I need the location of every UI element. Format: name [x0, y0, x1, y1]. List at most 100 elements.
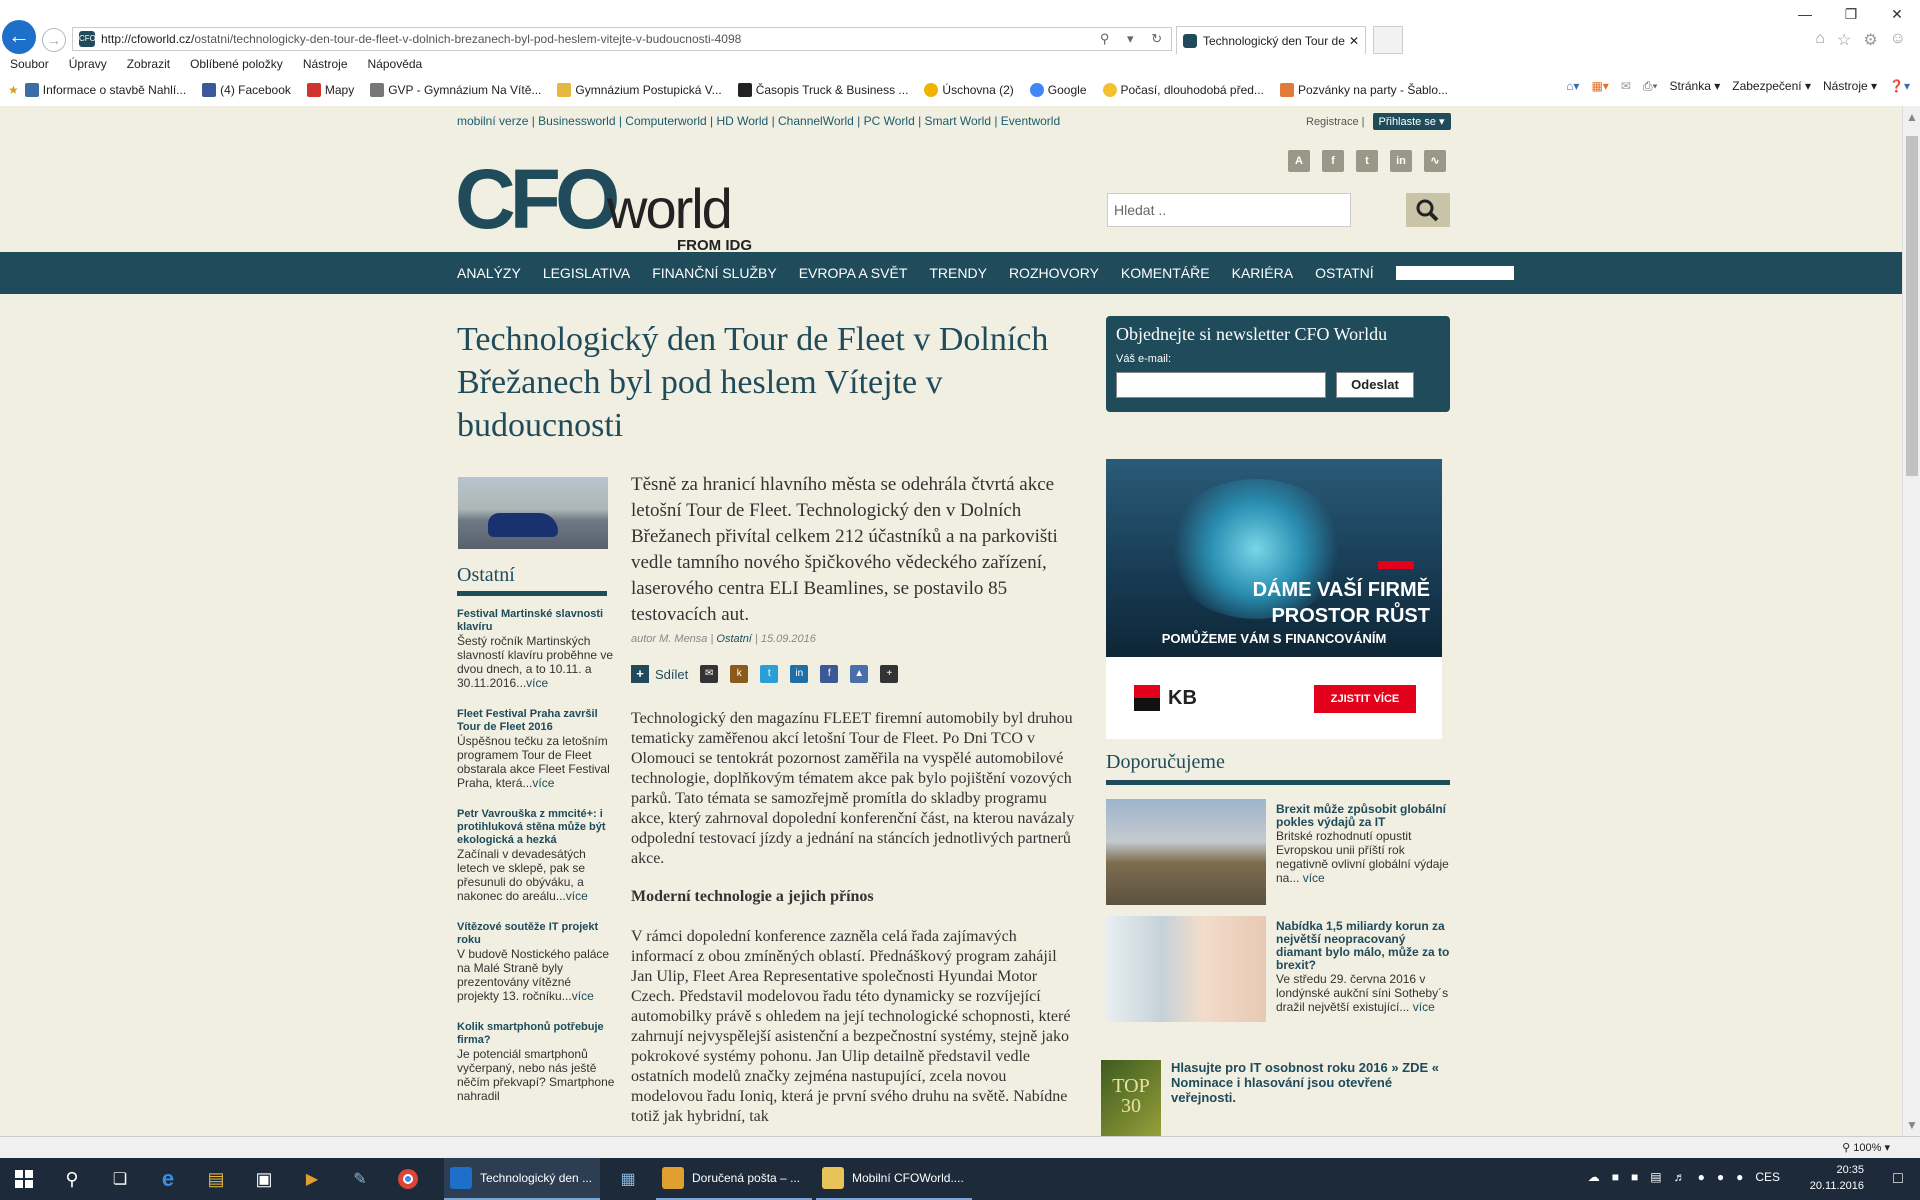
recommended-title[interactable]: Nabídka 1,5 miliardy korun za největší n…	[1276, 920, 1450, 972]
nav-ostatni[interactable]: OSTATNÍ	[1315, 265, 1374, 281]
safety-menu[interactable]: Zabezpečení ▾	[1732, 79, 1811, 94]
volume-icon[interactable]: ♬	[1674, 1170, 1686, 1184]
more-link[interactable]: více	[526, 676, 548, 690]
linkedin-icon[interactable]: in	[1390, 150, 1412, 172]
facebook-icon[interactable]: f	[1322, 150, 1344, 172]
section-heading[interactable]: Ostatní	[457, 564, 607, 596]
nav-evropa-a-svet[interactable]: EVROPA A SVĚT	[799, 265, 908, 281]
fav-item[interactable]: Google	[1024, 83, 1087, 97]
cloud-icon[interactable]: ☁	[1588, 1170, 1600, 1184]
kurzy-share-icon[interactable]: k	[730, 665, 749, 683]
menu-edit[interactable]: Úpravy	[59, 54, 117, 76]
list-item[interactable]: Kolik smartphonů potřebuje firma? Je pot…	[457, 1021, 615, 1103]
tray-app-icon[interactable]: ■	[1612, 1170, 1619, 1184]
home-icon[interactable]: ⌂	[1815, 30, 1825, 50]
menu-help[interactable]: Nápověda	[358, 54, 433, 76]
category-link[interactable]: Ostatní	[716, 633, 751, 645]
notepad-icon[interactable]: ✎	[336, 1158, 384, 1200]
rss-feed-icon[interactable]: ∿	[1424, 150, 1446, 172]
nav-legislativa[interactable]: LEGISLATIVA	[543, 265, 630, 281]
fav-item[interactable]: Úschovna (2)	[918, 83, 1014, 97]
media-player-icon[interactable]: ▶	[288, 1158, 336, 1200]
more-link[interactable]: více	[566, 889, 588, 903]
minimize-button[interactable]: —	[1782, 0, 1828, 28]
chrome-icon[interactable]	[384, 1158, 432, 1200]
fav-item[interactable]: Gymnázium Postupická V...	[551, 83, 722, 97]
list-item-title[interactable]: Vítězové soutěže IT projekt roku	[457, 921, 615, 947]
more-link[interactable]: více	[532, 776, 554, 790]
cfoworld-logo[interactable]: CFO world FROM IDG	[455, 146, 775, 256]
like-share-icon[interactable]: ▲	[850, 665, 869, 683]
close-tab-icon[interactable]: ✕	[1349, 34, 1359, 48]
clock[interactable]: 20:35 20.11.2016	[1810, 1162, 1864, 1194]
list-item[interactable]: Festival Martinské slavnosti klavíru Šes…	[457, 608, 615, 690]
more-link[interactable]: více	[572, 989, 594, 1003]
search-button[interactable]	[1406, 193, 1450, 227]
task-view-icon[interactable]: ❏	[96, 1158, 144, 1200]
vertical-scrollbar[interactable]: ▲ ▼	[1902, 106, 1920, 1136]
tray-app-icon[interactable]: ■	[1631, 1170, 1638, 1184]
page-menu[interactable]: Stránka ▾	[1670, 79, 1721, 94]
store-icon[interactable]: ▣	[240, 1158, 288, 1200]
new-tab-button[interactable]	[1373, 26, 1403, 54]
list-item[interactable]: Petr Vavrouška z mmcité+: i protihluková…	[457, 808, 615, 903]
rss-icon[interactable]: ▦▾	[1591, 79, 1608, 94]
notifications-icon[interactable]: □	[1876, 1158, 1920, 1200]
home-cmd-icon[interactable]: ⌂▾	[1566, 79, 1579, 94]
login-button[interactable]: Přihlaste se ▾	[1372, 113, 1451, 130]
mail-icon[interactable]: ✉	[1621, 79, 1631, 94]
nav-financni-sluzby[interactable]: FINANČNÍ SLUŽBY	[652, 265, 776, 281]
smiley-icon[interactable]: ☺	[1890, 30, 1906, 50]
back-button[interactable]: ←	[2, 20, 36, 54]
fav-item[interactable]: Informace o stavbě Nahlí...	[19, 83, 186, 97]
start-button[interactable]	[0, 1158, 48, 1200]
list-item-title[interactable]: Festival Martinské slavnosti klavíru	[457, 608, 615, 634]
nav-analyzy[interactable]: ANALÝZY	[457, 265, 521, 281]
browser-tab[interactable]: Technologický den Tour de ... ✕	[1176, 26, 1366, 54]
taskbar-app-outlook[interactable]: Doručená pošta – ...	[656, 1158, 812, 1200]
facebook-share-icon[interactable]: f	[820, 665, 839, 683]
recommended-title[interactable]: Brexit může způsobit globální pokles výd…	[1276, 803, 1450, 829]
submit-button[interactable]: Odeslat	[1336, 372, 1414, 398]
scrollbar-thumb[interactable]	[1906, 136, 1918, 476]
list-item-title[interactable]: Kolik smartphonů potřebuje firma?	[457, 1021, 615, 1047]
recommended-item[interactable]: Brexit může způsobit globální pokles výd…	[1106, 799, 1450, 907]
menu-view[interactable]: Zobrazit	[117, 54, 180, 76]
favorites-star-icon[interactable]: ☆	[1837, 30, 1851, 50]
nav-trendy[interactable]: TRENDY	[929, 265, 987, 281]
forward-button[interactable]: →	[42, 28, 66, 52]
list-item-title[interactable]: Petr Vavrouška z mmcité+: i protihluková…	[457, 808, 615, 847]
search-taskbar-icon[interactable]: ⚲	[48, 1158, 96, 1200]
fav-item[interactable]: (4) Facebook	[196, 83, 291, 97]
list-item[interactable]: Vítězové soutěže IT projekt roku V budov…	[457, 921, 615, 1003]
file-explorer-icon[interactable]: ▤	[192, 1158, 240, 1200]
help-icon[interactable]: ❓▾	[1889, 79, 1910, 94]
fav-item[interactable]: Pozvánky na party - Šablo...	[1274, 83, 1448, 97]
list-item[interactable]: Fleet Festival Praha završil Tour de Fle…	[457, 708, 615, 790]
list-item-title[interactable]: Fleet Festival Praha završil Tour de Fle…	[457, 708, 615, 734]
fav-item[interactable]: Mapy	[301, 83, 354, 97]
tray-app-icon[interactable]: ●	[1717, 1170, 1724, 1184]
email-input[interactable]	[1116, 372, 1326, 398]
more-link[interactable]: více	[1413, 1000, 1435, 1014]
menu-tools[interactable]: Nástroje	[293, 54, 358, 76]
recommended-item[interactable]: Nabídka 1,5 miliardy korun za největší n…	[1106, 916, 1450, 1024]
taskbar-app-ie[interactable]: Technologický den ...	[444, 1158, 600, 1200]
fav-item[interactable]: Časopis Truck & Business ...	[732, 83, 908, 97]
share-label[interactable]: Sdílet	[655, 667, 688, 682]
language-indicator[interactable]: CES	[1755, 1170, 1780, 1184]
it-osobnost-link[interactable]: Hlasujte pro IT osobnost roku 2016 » ZDE…	[1171, 1060, 1451, 1105]
refresh-icon[interactable]: ↻	[1151, 31, 1162, 47]
tools-menu[interactable]: Nástroje ▾	[1823, 79, 1877, 94]
nav-komentare[interactable]: KOMENTÁŘE	[1121, 265, 1210, 281]
close-window-button[interactable]: ✕	[1874, 0, 1920, 28]
it-osobnost-badge[interactable]: TOP 30	[1101, 1060, 1161, 1136]
network-icon[interactable]: ▤	[1650, 1170, 1661, 1184]
print-icon[interactable]: ⎙▾	[1643, 79, 1658, 94]
more-share-icon[interactable]: +	[880, 665, 899, 683]
scroll-down-icon[interactable]: ▼	[1906, 1118, 1918, 1132]
app-window-icon[interactable]: ▦	[604, 1158, 652, 1200]
kb-advertisement[interactable]: DÁME VAŠÍ FIRMĚ PROSTOR RŮST POMŮŽEME VÁM…	[1106, 459, 1442, 739]
nav-kariera[interactable]: KARIÉRA	[1232, 265, 1293, 281]
edge-icon[interactable]: e	[144, 1158, 192, 1200]
